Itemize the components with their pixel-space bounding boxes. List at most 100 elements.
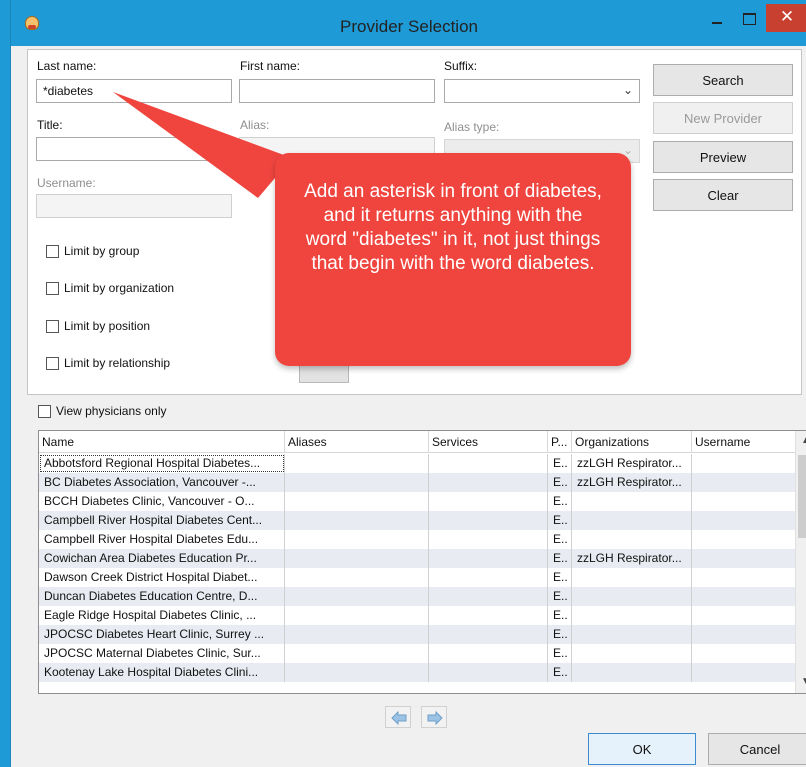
table-cell-p: E..	[548, 568, 572, 587]
limit-by-group-label: Limit by group	[64, 244, 140, 258]
table-row[interactable]: Kootenay Lake Hospital Diabetes Clini...…	[39, 663, 795, 682]
table-cell-name: Campbell River Hospital Diabetes Edu...	[39, 530, 285, 549]
first-name-input[interactable]	[239, 79, 435, 103]
table-row[interactable]: Abbotsford Regional Hospital Diabetes...…	[39, 454, 795, 473]
limit-by-group-checkbox[interactable]: Limit by group	[46, 244, 139, 258]
suffix-label: Suffix:	[444, 59, 478, 73]
table-cell-org	[572, 644, 692, 663]
maximize-button[interactable]	[736, 8, 762, 32]
limit-by-organization-checkbox[interactable]: Limit by organization	[46, 281, 174, 295]
table-cell-services	[429, 625, 548, 644]
table-cell-org	[572, 568, 692, 587]
table-cell-services	[429, 454, 548, 473]
table-cell-name: BC Diabetes Association, Vancouver -...	[39, 473, 285, 492]
table-row[interactable]: Campbell River Hospital Diabetes Edu... E…	[39, 530, 795, 549]
table-row[interactable]: Eagle Ridge Hospital Diabetes Clinic, ..…	[39, 606, 795, 625]
checkbox-box[interactable]	[46, 356, 59, 370]
scroll-down-icon[interactable]: ▼	[796, 672, 806, 692]
scroll-up-icon[interactable]: ▲	[796, 431, 806, 451]
table-cell-name: Cowichan Area Diabetes Education Pr...	[39, 549, 285, 568]
table-cell-p: E..	[548, 511, 572, 530]
table-cell-name: Kootenay Lake Hospital Diabetes Clini...	[39, 663, 285, 682]
table-cell-p: E..	[548, 454, 572, 473]
table-cell-username	[692, 644, 795, 663]
table-cell-org	[572, 587, 692, 606]
arrow-right-icon	[427, 711, 443, 725]
column-header-services[interactable]: Services	[429, 431, 548, 453]
limit-by-position-label: Limit by position	[64, 319, 151, 333]
minimize-button[interactable]	[704, 8, 730, 32]
table-row[interactable]: BC Diabetes Association, Vancouver -... E…	[39, 473, 795, 492]
alias-label: Alias:	[240, 118, 270, 132]
vertical-scrollbar[interactable]: ▲ ▼	[795, 431, 806, 693]
obscured-button[interactable]	[299, 363, 349, 383]
table-cell-services	[429, 530, 548, 549]
checkbox-box[interactable]	[46, 319, 59, 333]
limit-by-position-checkbox[interactable]: Limit by position	[46, 319, 150, 333]
table-cell-username	[692, 473, 795, 492]
table-cell-org	[572, 606, 692, 625]
table-cell-p: E..	[548, 492, 572, 511]
table-cell-username	[692, 587, 795, 606]
search-button[interactable]: Search	[653, 64, 793, 96]
table-cell-name: Abbotsford Regional Hospital Diabetes...	[39, 454, 285, 473]
grid-rows: Abbotsford Regional Hospital Diabetes...…	[39, 454, 795, 682]
table-cell-name: Duncan Diabetes Education Centre, D...	[39, 587, 285, 606]
last-name-input[interactable]	[36, 79, 232, 103]
table-row[interactable]: JPOCSC Diabetes Heart Clinic, Surrey ...…	[39, 625, 795, 644]
column-header-organizations[interactable]: Organizations	[572, 431, 692, 453]
table-row[interactable]: Cowichan Area Diabetes Education Pr... E.…	[39, 549, 795, 568]
preview-button[interactable]: Preview	[653, 141, 793, 173]
table-cell-username	[692, 663, 795, 682]
table-cell-aliases	[285, 549, 429, 568]
title-input[interactable]	[36, 137, 232, 161]
column-header-p[interactable]: P...	[548, 431, 572, 453]
table-cell-username	[692, 511, 795, 530]
table-cell-aliases	[285, 663, 429, 682]
view-physicians-only-checkbox[interactable]: View physicians only	[38, 404, 167, 418]
table-cell-services	[429, 606, 548, 625]
table-cell-name: Dawson Creek District Hospital Diabet...	[39, 568, 285, 587]
clear-button[interactable]: Clear	[653, 179, 793, 211]
previous-page-button[interactable]	[385, 706, 411, 728]
table-cell-aliases	[285, 530, 429, 549]
table-row[interactable]: BCCH Diabetes Clinic, Vancouver - O... E.…	[39, 492, 795, 511]
close-icon: ✕	[779, 7, 795, 26]
table-cell-username	[692, 530, 795, 549]
table-row[interactable]: Dawson Creek District Hospital Diabet...…	[39, 568, 795, 587]
limit-by-relationship-label: Limit by relationship	[64, 356, 171, 370]
table-row[interactable]: Duncan Diabetes Education Centre, D... E.…	[39, 587, 795, 606]
checkbox-box[interactable]	[46, 281, 59, 295]
close-button[interactable]: ✕	[766, 4, 806, 32]
table-cell-org: zzLGH Respirator...	[572, 454, 692, 473]
table-row[interactable]: Campbell River Hospital Diabetes Cent...…	[39, 511, 795, 530]
table-cell-aliases	[285, 644, 429, 663]
table-cell-aliases	[285, 454, 429, 473]
column-header-aliases[interactable]: Aliases	[285, 431, 429, 453]
table-cell-aliases	[285, 568, 429, 587]
next-page-button[interactable]	[421, 706, 447, 728]
window-title: Provider Selection	[340, 17, 478, 36]
table-cell-p: E..	[548, 530, 572, 549]
cancel-button[interactable]: Cancel	[708, 733, 806, 765]
ok-button[interactable]: OK	[588, 733, 696, 765]
last-name-label: Last name:	[37, 59, 97, 73]
table-cell-services	[429, 492, 548, 511]
checkbox-box[interactable]	[38, 404, 51, 418]
column-header-username[interactable]: Username	[692, 431, 795, 453]
table-cell-org	[572, 511, 692, 530]
table-row[interactable]: JPOCSC Maternal Diabetes Clinic, Sur... E…	[39, 644, 795, 663]
column-header-name[interactable]: Name	[39, 431, 285, 453]
table-cell-name: JPOCSC Maternal Diabetes Clinic, Sur...	[39, 644, 285, 663]
suffix-select[interactable]: ⌄	[444, 79, 640, 103]
provider-results-grid[interactable]: Name Aliases Services P... Organizations…	[38, 430, 806, 694]
table-cell-aliases	[285, 492, 429, 511]
table-cell-services	[429, 587, 548, 606]
checkbox-box[interactable]	[46, 244, 59, 258]
table-cell-org	[572, 663, 692, 682]
scrollbar-thumb[interactable]	[798, 455, 806, 538]
title-bar[interactable]: Provider Selection ✕	[11, 0, 806, 46]
limit-by-relationship-checkbox[interactable]: Limit by relationship	[46, 356, 170, 370]
table-cell-username	[692, 625, 795, 644]
table-cell-org: zzLGH Respirator...	[572, 549, 692, 568]
